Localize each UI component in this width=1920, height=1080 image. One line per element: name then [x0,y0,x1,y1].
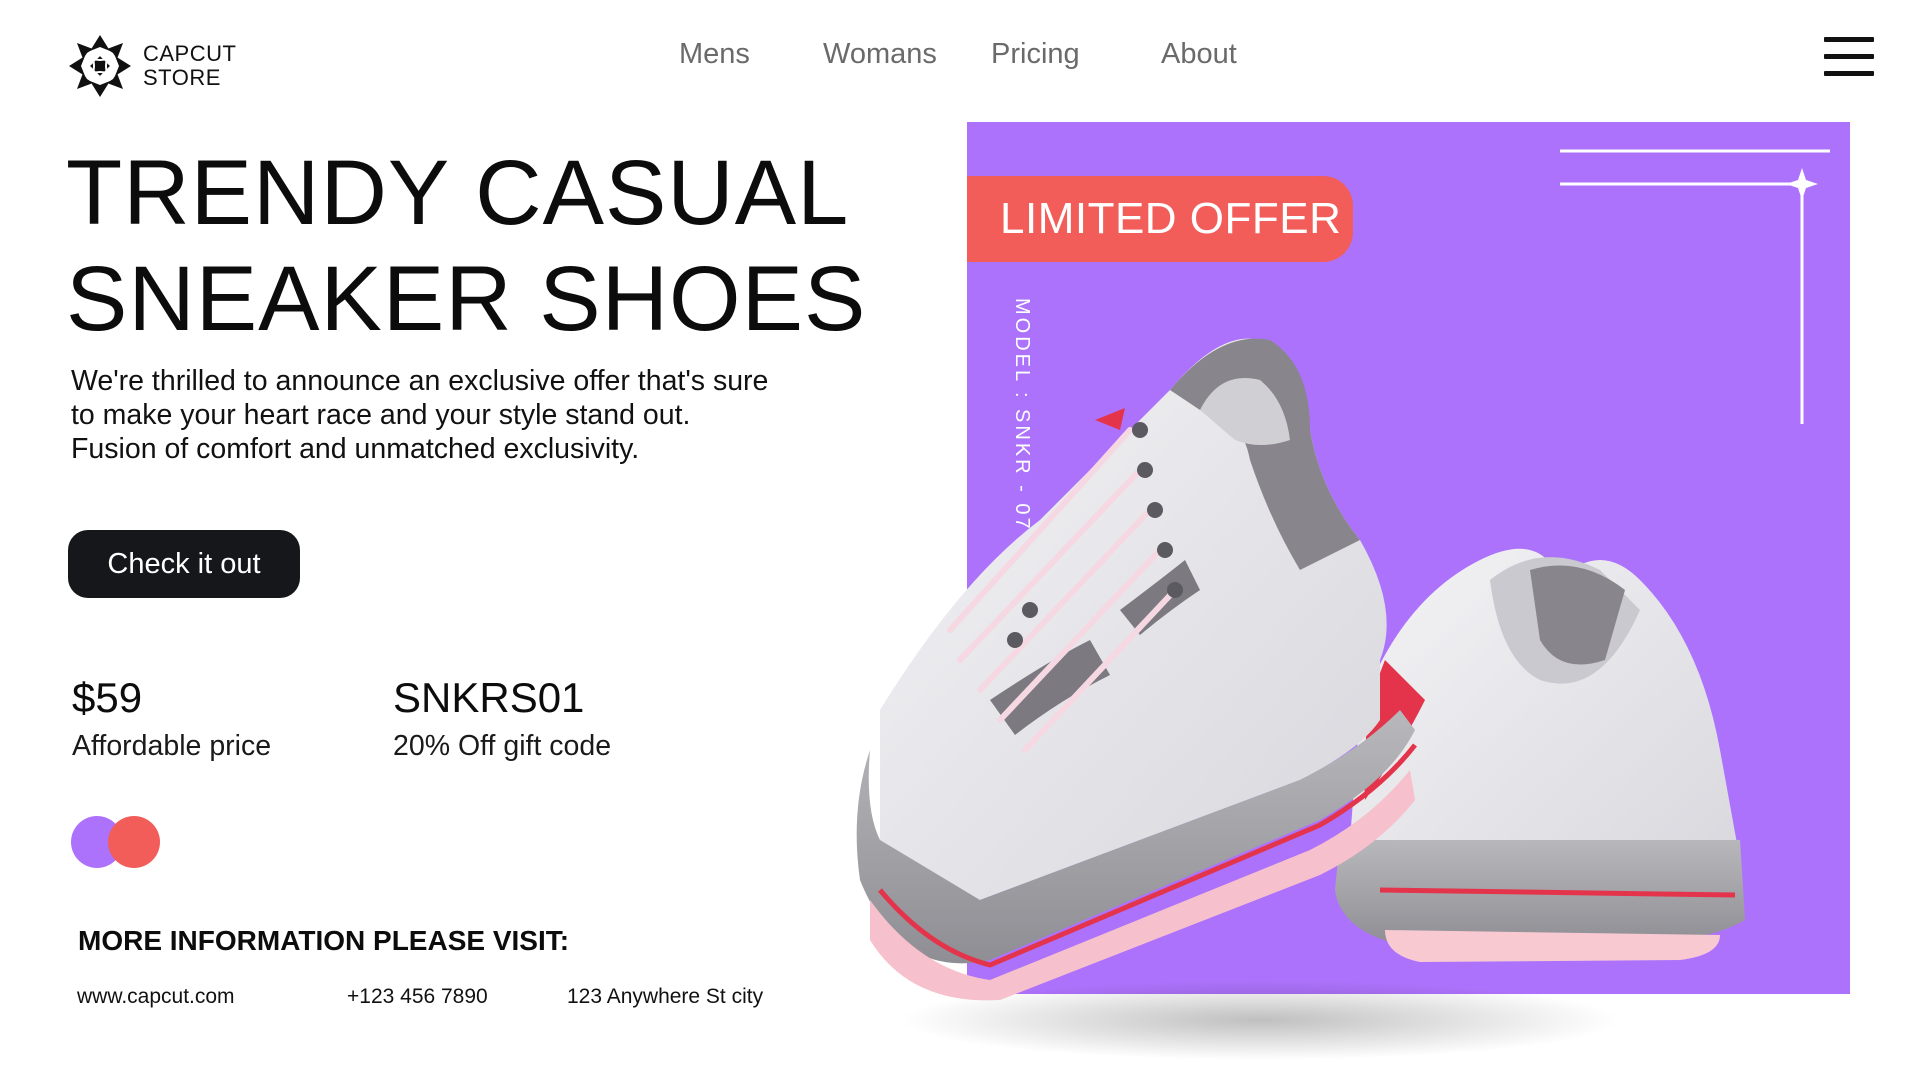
sneaker-product-image [856,338,1745,1060]
price-stat: $59 Affordable price [72,672,271,763]
gift-code-stat: SNKRS01 20% Off gift code [393,672,611,763]
color-swatch-coral[interactable] [108,816,160,868]
hamburger-menu-icon[interactable] [1824,37,1874,77]
nav-item-about[interactable]: About [1161,38,1237,71]
website-link[interactable]: www.capcut.com [77,985,235,1009]
nav-item-pricing[interactable]: Pricing [991,38,1080,71]
description-line: Fusion of comfort and unmatched exclusiv… [71,433,640,465]
title-line-2: SNEAKER SHOES [66,248,867,350]
price-value: $59 [72,674,143,721]
color-options [71,816,161,868]
page-title: TRENDY CASUAL SNEAKER SHOES [66,140,866,352]
gift-code-label: 20% Off gift code [393,730,612,762]
brand-line2: STORE [143,65,221,90]
description-line: We're thrilled to announce an exclusive … [71,365,769,397]
brand-logo[interactable]: CAPCUT STORE [67,33,236,99]
nav-item-mens[interactable]: Mens [679,38,750,71]
price-label: Affordable price [72,730,272,762]
star-knot-logo-icon [69,35,131,97]
description-line: to make your heart race and your style s… [71,399,691,431]
brand-line1: CAPCUT [143,41,237,66]
info-title: MORE INFORMATION PLEASE VISIT: [78,925,570,956]
nav-item-womans[interactable]: Womans [823,38,937,71]
phone-number: +123 456 7890 [347,985,488,1008]
check-it-out-button[interactable]: Check it out [68,530,300,598]
brand-name: CAPCUT STORE [143,42,236,90]
title-line-1: TRENDY CASUAL [66,142,850,244]
address: 123 Anywhere St city [567,985,764,1008]
hero-description: We're thrilled to announce an exclusive … [71,364,831,466]
front-sneaker [856,338,1417,1001]
gift-code-value: SNKRS01 [393,674,585,721]
limited-offer-badge: LIMITED OFFER [967,176,1353,262]
